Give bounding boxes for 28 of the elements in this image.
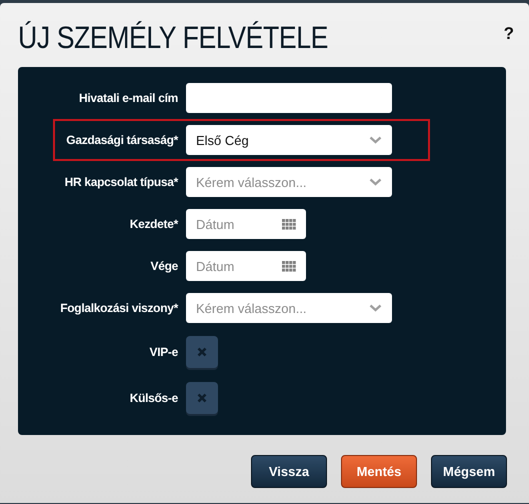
select-field[interactable]: Első Cég <box>186 125 392 155</box>
calendar-grid-icon <box>282 218 296 230</box>
field-label: Hivatali e-mail cím <box>78 91 178 105</box>
dialog-button[interactable]: Mégsem <box>431 455 507 488</box>
dialog-title: ÚJ SZEMÉLY FELVÉTELE <box>18 20 328 56</box>
checkbox[interactable] <box>186 336 218 368</box>
field-label: Gazdasági társaság* <box>65 133 178 147</box>
checkbox[interactable] <box>186 382 218 414</box>
field-label: Foglalkozási viszony* <box>59 301 178 315</box>
date-field[interactable]: Dátum <box>186 209 306 239</box>
help-link[interactable]: ? <box>504 24 514 44</box>
date-field[interactable]: Dátum <box>186 251 306 281</box>
field-label: VIP-e <box>148 345 178 359</box>
select-field[interactable]: Kérem válasszon... <box>186 293 392 323</box>
chevron-down-icon <box>369 178 382 186</box>
cross-icon <box>197 347 207 357</box>
cross-icon <box>197 393 207 403</box>
field-label: Külsős-e <box>128 391 178 405</box>
dialog-button[interactable]: Vissza <box>251 455 327 488</box>
select-field[interactable]: Kérem válasszon... <box>186 167 392 197</box>
calendar-grid-icon <box>282 260 296 272</box>
save-button[interactable]: Mentés <box>341 455 417 488</box>
email-field[interactable] <box>186 83 392 113</box>
field-label: Vége <box>150 259 178 273</box>
chevron-down-icon <box>369 304 382 312</box>
field-label: Kezdete* <box>128 217 178 231</box>
chevron-down-icon <box>369 136 382 144</box>
field-label: HR kapcsolat típusa* <box>64 175 178 189</box>
